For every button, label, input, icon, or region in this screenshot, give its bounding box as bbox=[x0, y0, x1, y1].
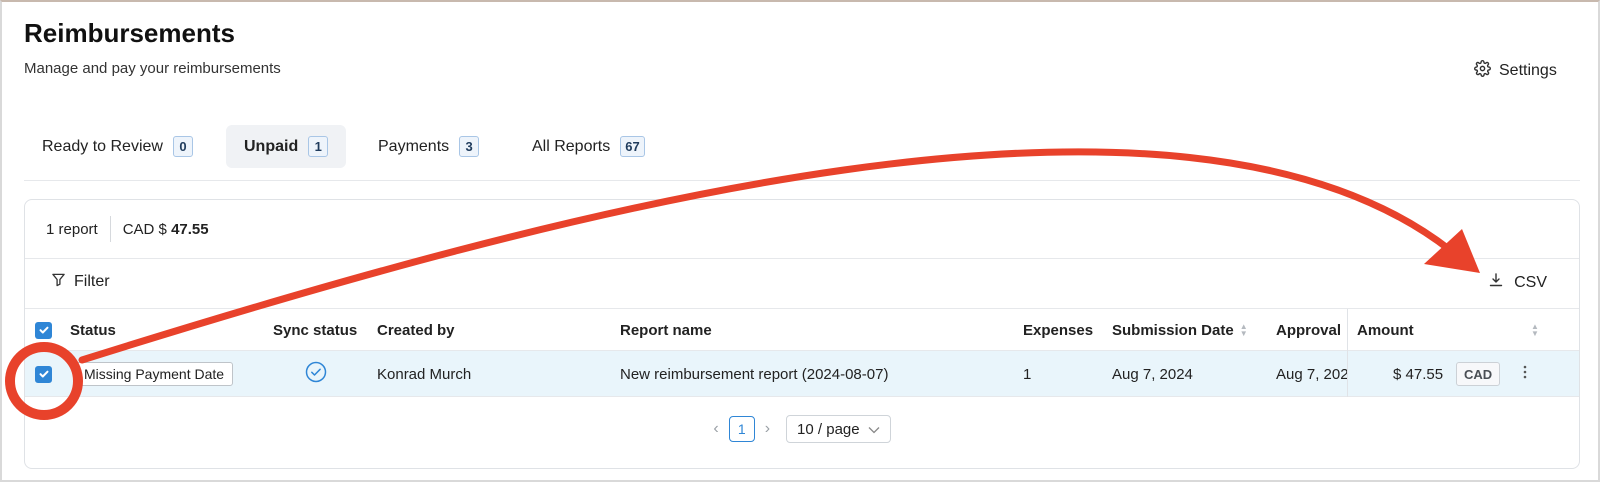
column-header-sync-status[interactable]: Sync status bbox=[273, 309, 357, 351]
report-count: 1 report bbox=[46, 220, 98, 238]
select-all-checkbox[interactable] bbox=[35, 309, 52, 351]
row-more-menu[interactable] bbox=[1518, 351, 1532, 397]
tab-count-badge: 1 bbox=[308, 136, 329, 157]
total-currency: CAD $ bbox=[122, 220, 167, 238]
more-vertical-icon[interactable] bbox=[1523, 365, 1527, 383]
sort-icon[interactable]: ▲ ▼ bbox=[1240, 323, 1248, 338]
column-header-submission-date[interactable]: Submission Date ▲ ▼ bbox=[1112, 309, 1248, 351]
column-header-label: Submission Date bbox=[1112, 321, 1234, 339]
gear-icon bbox=[1474, 60, 1491, 82]
column-header-approval[interactable]: Approval bbox=[1276, 309, 1348, 351]
prev-page-icon[interactable]: ‹ bbox=[713, 420, 718, 438]
download-icon bbox=[1488, 272, 1504, 293]
sort-icon[interactable]: ▲ ▼ bbox=[1531, 323, 1539, 338]
csv-export-button[interactable]: CSV bbox=[1488, 272, 1547, 293]
tab-bar: Ready to Review 0 Unpaid 1 Payments 3 Al… bbox=[24, 125, 1580, 181]
currency-cell: CAD bbox=[1456, 351, 1501, 397]
summary-bar: 1 report CAD $ 47.55 bbox=[25, 200, 1579, 259]
filter-label: Filter bbox=[74, 273, 110, 290]
csv-label: CSV bbox=[1514, 273, 1547, 291]
total-amount: 47.55 bbox=[171, 220, 209, 238]
tab-label: All Reports bbox=[532, 137, 611, 155]
settings-label: Settings bbox=[1499, 62, 1557, 79]
sync-status-cell bbox=[305, 351, 327, 397]
column-header-created-by[interactable]: Created by bbox=[377, 309, 455, 351]
tab-ready-to-review[interactable]: Ready to Review 0 bbox=[24, 125, 211, 168]
tab-label: Payments bbox=[378, 137, 450, 155]
page-size-label: 10 / page bbox=[797, 420, 860, 438]
reports-panel: 1 report CAD $ 47.55 Filter CSV Status S… bbox=[24, 199, 1580, 469]
settings-button[interactable]: Settings bbox=[1474, 60, 1557, 82]
table-row[interactable]: Missing Payment Date Konrad Murch New re… bbox=[25, 351, 1579, 397]
tab-payments[interactable]: Payments 3 bbox=[360, 125, 497, 168]
page-title: Reimbursements bbox=[24, 18, 235, 48]
page-number-button[interactable]: 1 bbox=[728, 416, 755, 442]
amount-sort-icon[interactable]: ▲ ▼ bbox=[1525, 309, 1539, 351]
check-circle-icon bbox=[305, 361, 327, 387]
tab-count-badge: 0 bbox=[172, 136, 193, 157]
column-header-report-name[interactable]: Report name bbox=[620, 309, 712, 351]
created-by-cell: Konrad Murch bbox=[377, 365, 472, 383]
table-toolbar: Filter CSV bbox=[25, 259, 1579, 309]
row-checkbox[interactable] bbox=[35, 365, 52, 383]
row-checkbox-cell[interactable] bbox=[35, 351, 52, 397]
status-cell: Missing Payment Date bbox=[75, 351, 247, 397]
next-page-icon[interactable]: › bbox=[765, 420, 770, 438]
filter-icon bbox=[51, 272, 66, 292]
chevron-down-icon bbox=[868, 421, 880, 438]
fixed-column-divider bbox=[1347, 309, 1348, 397]
report-name-cell[interactable]: New reimbursement report (2024-08-07) bbox=[620, 351, 888, 397]
approval-date-cell: Aug 7, 2024 bbox=[1276, 365, 1348, 383]
tab-count-badge: 3 bbox=[459, 136, 480, 157]
page-subtitle: Manage and pay your reimbursements bbox=[24, 60, 281, 77]
pagination: ‹ 1 › 10 / page bbox=[25, 414, 1579, 444]
submission-date-cell: Aug 7, 2024 bbox=[1112, 365, 1193, 383]
tab-label: Ready to Review bbox=[42, 137, 163, 155]
column-header-amount[interactable]: Amount bbox=[1357, 309, 1414, 351]
column-header-expenses[interactable]: Expenses bbox=[1023, 309, 1093, 351]
tab-all-reports[interactable]: All Reports 67 bbox=[514, 125, 663, 168]
tab-label: Unpaid bbox=[244, 137, 299, 155]
status-badge: Missing Payment Date bbox=[75, 362, 234, 386]
tab-count-badge: 67 bbox=[620, 136, 645, 157]
divider bbox=[109, 216, 111, 242]
page-size-select[interactable]: 10 / page bbox=[786, 415, 891, 443]
column-header-status[interactable]: Status bbox=[70, 309, 116, 351]
currency-badge: CAD bbox=[1456, 362, 1501, 386]
amount-cell: $ 47.55 bbox=[1393, 365, 1444, 383]
table-header: Status Sync status Created by Report nam… bbox=[25, 309, 1579, 351]
expenses-cell: 1 bbox=[1023, 365, 1032, 383]
filter-button[interactable]: Filter bbox=[51, 272, 110, 292]
checkbox[interactable] bbox=[35, 321, 52, 339]
tab-unpaid[interactable]: Unpaid 1 bbox=[226, 125, 347, 168]
